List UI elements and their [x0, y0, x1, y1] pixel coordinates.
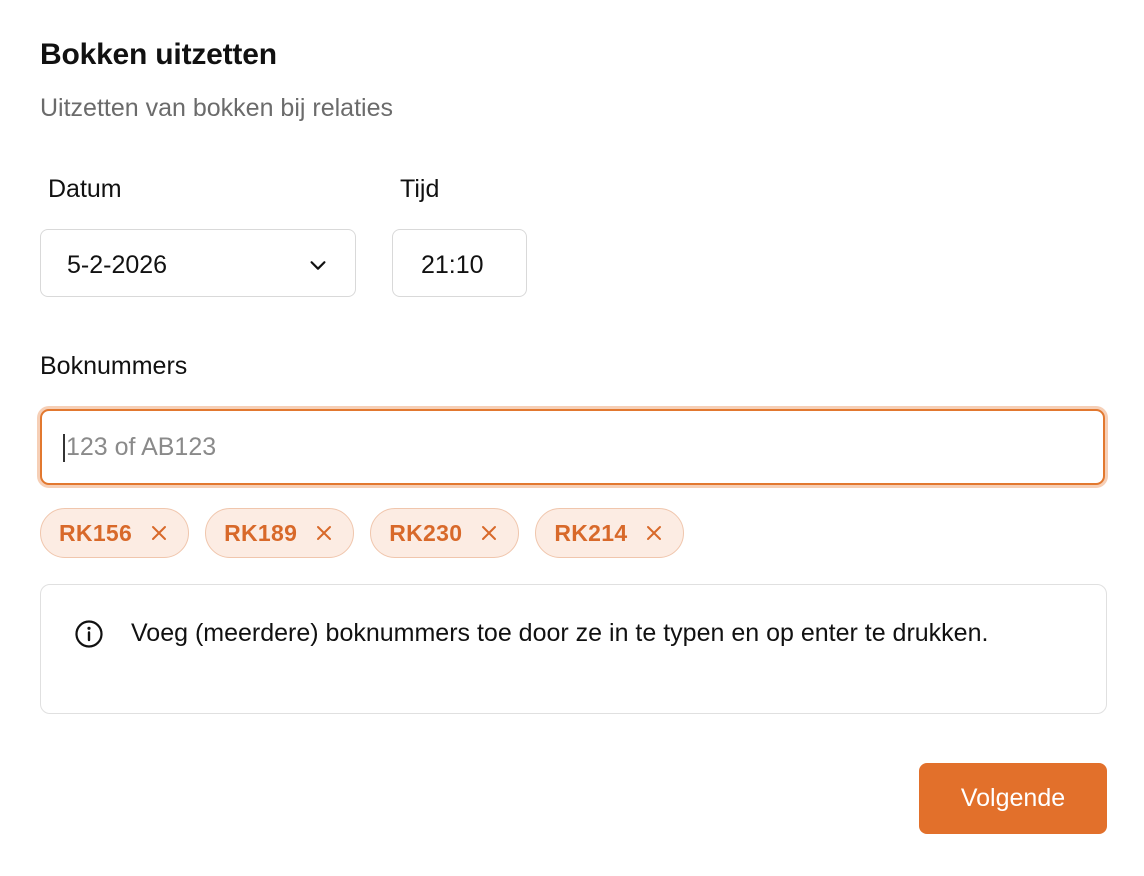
remove-chip-icon[interactable] [480, 524, 498, 542]
boknummer-chip: RK156 [40, 508, 190, 558]
remove-chip-icon[interactable] [645, 524, 663, 542]
boknummer-chip: RK214 [535, 508, 685, 558]
time-value: 21:10 [421, 251, 484, 279]
chip-label: RK189 [224, 519, 298, 546]
time-label: Tijd [400, 175, 440, 203]
page-subtitle: Uitzetten van bokken bij relaties [40, 94, 393, 122]
boknummers-label: Boknummers [40, 352, 188, 380]
boknummers-input[interactable] [40, 409, 1105, 485]
date-select[interactable]: 5-2-2026 [40, 229, 356, 297]
page-title: Bokken uitzetten [40, 38, 277, 71]
remove-chip-icon[interactable] [150, 524, 168, 542]
boknummer-chips: RK156 RK189 RK230 RK214 [40, 508, 685, 558]
boknummer-chip: RK230 [370, 508, 520, 558]
boknummer-chip: RK189 [205, 508, 355, 558]
next-button[interactable]: Volgende [919, 763, 1107, 834]
time-field[interactable]: 21:10 [392, 229, 527, 297]
text-caret [63, 434, 65, 462]
remove-chip-icon[interactable] [315, 524, 333, 542]
chip-label: RK156 [59, 519, 133, 546]
chip-label: RK214 [554, 519, 628, 546]
boknummers-focus-ring [37, 406, 1108, 488]
info-text: Voeg (meerdere) boknummers toe door ze i… [131, 619, 989, 647]
chip-label: RK230 [389, 519, 463, 546]
info-icon [75, 620, 103, 648]
chevron-down-icon [310, 261, 326, 270]
date-label: Datum [48, 175, 122, 203]
bokken-uitzetten-form: Bokken uitzetten Uitzetten van bokken bi… [37, 0, 1108, 876]
info-callout: Voeg (meerdere) boknummers toe door ze i… [40, 584, 1107, 714]
date-value: 5-2-2026 [67, 251, 168, 279]
